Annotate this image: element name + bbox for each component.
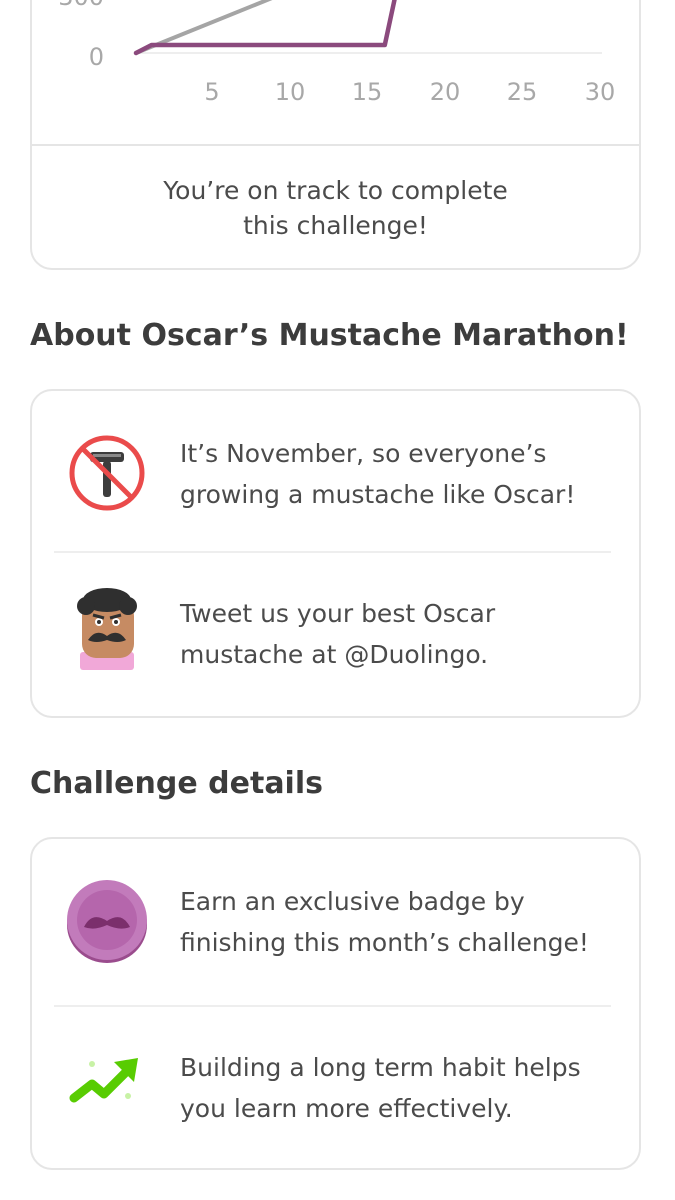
details-item-habit: Building a long term habit helps you lea… — [32, 1007, 639, 1167]
details-item-habit-line-1: Building a long term habit helps — [180, 1053, 581, 1082]
about-card: It’s November, so everyone’s growing a m… — [30, 389, 641, 718]
progress-line-chart: 300 0 5 10 15 20 25 30 — [58, 0, 616, 106]
details-section-title: Challenge details — [30, 766, 323, 801]
oscar-avatar-icon — [62, 584, 152, 674]
details-card: Earn an exclusive badge by finishing thi… — [30, 837, 641, 1170]
x-tick-10: 10 — [275, 78, 306, 106]
x-tick-5: 5 — [204, 78, 219, 106]
on-track-message: You’re on track to complete this challen… — [32, 173, 639, 243]
x-tick-20: 20 — [430, 78, 461, 106]
chart-divider — [32, 144, 639, 146]
details-item-badge-line-2: finishing this month’s challenge! — [180, 928, 589, 957]
details-item-badge: Earn an exclusive badge by finishing thi… — [32, 839, 639, 999]
details-item-habit-line-2: you learn more effectively. — [180, 1094, 513, 1123]
on-track-line-2: this challenge! — [243, 211, 428, 240]
about-item-tweet: Tweet us your best Oscar mustache at @Du… — [32, 553, 639, 713]
y-tick-300: 300 — [58, 0, 104, 11]
user-progress-line — [133, 0, 397, 56]
details-item-badge-line-1: Earn an exclusive badge by — [180, 887, 525, 916]
about-item-tweet-line-2: mustache at @Duolingo. — [180, 640, 489, 669]
about-item-november-line-2: growing a mustache like Oscar! — [180, 480, 576, 509]
x-tick-15: 15 — [352, 78, 383, 106]
mustache-badge-icon — [62, 875, 152, 965]
trend-up-arrow-icon — [62, 1034, 152, 1124]
details-item-badge-text: Earn an exclusive badge by finishing thi… — [180, 881, 619, 963]
about-item-november-line-1: It’s November, so everyone’s — [180, 439, 547, 468]
details-item-habit-text: Building a long term habit helps you lea… — [180, 1047, 619, 1129]
about-item-tweet-text: Tweet us your best Oscar mustache at @Du… — [180, 593, 619, 675]
no-shaving-razor-icon — [62, 428, 152, 518]
x-tick-30: 30 — [585, 78, 616, 106]
x-tick-25: 25 — [507, 78, 538, 106]
about-item-tweet-line-1: Tweet us your best Oscar — [180, 599, 496, 628]
on-track-line-1: You’re on track to complete — [163, 176, 508, 205]
about-item-november-text: It’s November, so everyone’s growing a m… — [180, 433, 619, 515]
progress-chart-card: 300 0 5 10 15 20 25 30 You’re on track t… — [30, 0, 641, 270]
about-section-title: About Oscar’s Mustache Marathon! — [30, 318, 629, 353]
about-item-november: It’s November, so everyone’s growing a m… — [32, 391, 639, 551]
y-tick-0: 0 — [89, 43, 104, 71]
